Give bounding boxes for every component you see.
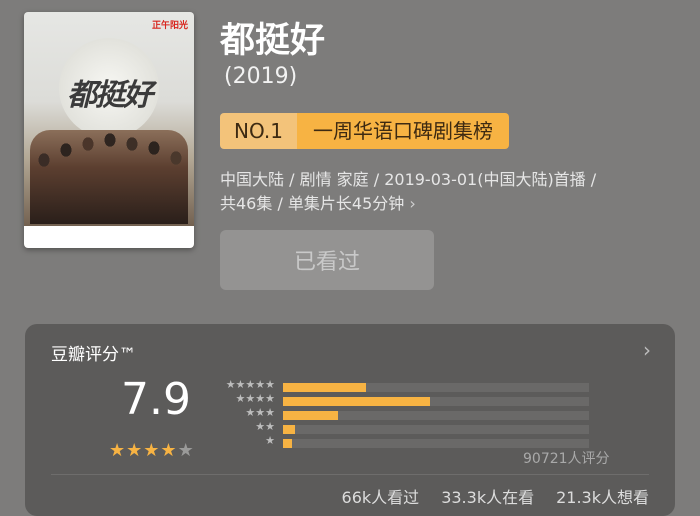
star-icon: ★ xyxy=(177,440,194,461)
movie-meta[interactable]: 中国大陆 / 剧情 家庭 / 2019-03-01(中国大陆)首播 / 共46集… xyxy=(220,168,680,216)
distribution-stars-label: ★★★ xyxy=(245,406,275,419)
distribution-track xyxy=(283,439,589,448)
distribution-stars-label: ★ xyxy=(265,434,275,447)
movie-year: (2019) xyxy=(224,64,298,89)
chevron-right-icon: › xyxy=(409,194,416,213)
distribution-stars-label: ★★ xyxy=(255,420,275,433)
poster-image[interactable]: 都挺好 正午阳光 xyxy=(24,12,194,248)
rating-score: 7.9 xyxy=(121,374,191,425)
poster-partner-strip xyxy=(24,226,194,248)
watch-stat-item[interactable]: 21.3k人想看 xyxy=(556,484,649,508)
distribution-bar xyxy=(283,383,366,392)
rating-header: 豆瓣评分™ xyxy=(51,345,136,365)
distribution-bar xyxy=(283,411,338,420)
meta-line-1: 中国大陆 / 剧情 家庭 / 2019-03-01(中国大陆)首播 / xyxy=(220,170,597,189)
distribution-row: ★★ xyxy=(215,420,615,436)
chevron-right-icon[interactable]: › xyxy=(643,338,651,362)
divider xyxy=(51,474,649,475)
watched-button[interactable]: 已看过 xyxy=(220,230,434,290)
meta-line-2-text: 共46集 / 单集片长45分钟 xyxy=(220,194,405,213)
distribution-track xyxy=(283,411,589,420)
star-icon: ★ xyxy=(126,440,143,461)
meta-line-2: 共46集 / 单集片长45分钟 › xyxy=(220,192,680,216)
star-icon: ★ xyxy=(160,440,177,461)
distribution-bar xyxy=(283,439,292,448)
poster-cast-photo xyxy=(30,130,188,224)
distribution-row: ★★★★ xyxy=(215,392,615,408)
distribution-stars-label: ★★★★★ xyxy=(225,378,275,391)
distribution-stars-label: ★★★★ xyxy=(235,392,275,405)
star-icon: ★ xyxy=(143,440,160,461)
poster-title: 都挺好 xyxy=(67,78,153,113)
rating-stars: ★ ★ ★ ★ ★ xyxy=(109,440,194,461)
rating-distribution: ★★★★★ ★★★★ ★★★ ★★ ★ xyxy=(215,378,615,450)
distribution-row: ★★★★★ xyxy=(215,378,615,394)
distribution-track xyxy=(283,425,589,434)
distribution-row: ★★★ xyxy=(215,406,615,422)
rank-label: 一周华语口碑剧集榜 xyxy=(296,113,509,149)
rank-badge[interactable]: NO.1 一周华语口碑剧集榜 xyxy=(220,113,509,149)
rank-number: NO.1 xyxy=(220,113,297,149)
movie-title: 都挺好 xyxy=(220,21,326,61)
distribution-track xyxy=(283,397,589,406)
douban-rating-card[interactable]: 豆瓣评分™ › 7.9 ★ ★ ★ ★ ★ ★★★★★ ★★★★ ★★★ ★★ ★ 90721人… xyxy=(25,324,675,516)
distribution-bar xyxy=(283,425,295,434)
distribution-bar xyxy=(283,397,430,406)
star-icon: ★ xyxy=(109,440,126,461)
watch-stat-item[interactable]: 66k人看过 xyxy=(342,484,420,508)
distribution-track xyxy=(283,383,589,392)
rating-count: 90721人评分 xyxy=(523,451,610,467)
watch-stats: 66k人看过 33.3k人在看 21.3k人想看 xyxy=(342,484,649,508)
poster-brand-logo: 正午阳光 xyxy=(151,21,188,31)
watch-stat-item[interactable]: 33.3k人在看 xyxy=(441,484,534,508)
